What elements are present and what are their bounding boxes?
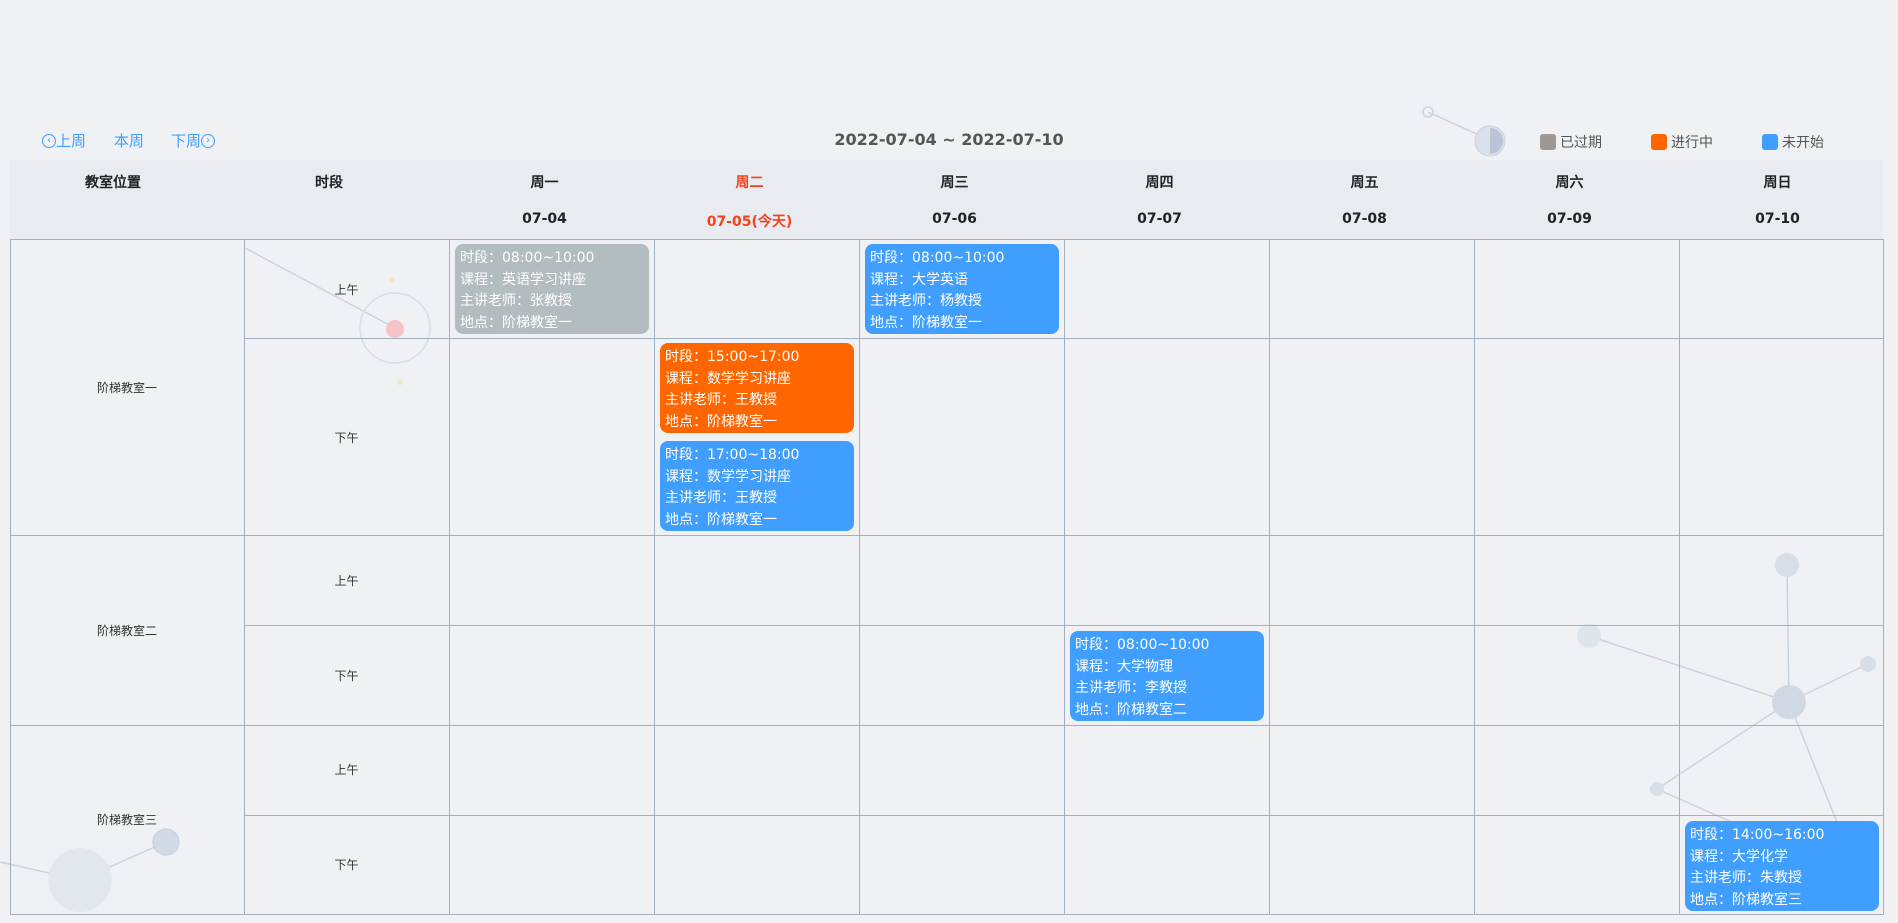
event-place: 地点：阶梯教室三 — [1690, 891, 1802, 908]
day-date-thu: 07-07 — [1137, 211, 1182, 227]
event-card-in-progress[interactable]: 时段：15:00~17:00 课程：数学学习讲座 主讲老师：王教授 地点：阶梯教… — [660, 343, 854, 433]
event-teacher: 主讲老师：杨教授 — [870, 293, 982, 309]
event-time: 时段：08:00~10:00 — [1075, 637, 1210, 653]
grid-line — [244, 338, 1884, 339]
schedule-header: 教室位置 时段 周一 07-04 周二 07-05(今天) 周三 07-06 周… — [10, 160, 1883, 239]
grid-line — [1679, 239, 1680, 915]
event-card-not-started[interactable]: 时段：08:00~10:00 课程：大学物理 主讲老师：李教授 地点：阶梯教室二 — [1070, 631, 1264, 721]
event-teacher: 主讲老师：王教授 — [665, 490, 777, 506]
grid-line — [10, 914, 1884, 915]
event-time: 时段：08:00~10:00 — [460, 250, 595, 266]
event-time: 时段：17:00~18:00 — [665, 447, 800, 463]
event-course: 课程：大学英语 — [870, 271, 968, 288]
room-label: 阶梯教室一 — [96, 381, 157, 395]
day-date-sat: 07-09 — [1547, 211, 1592, 227]
event-course: 课程：大学物理 — [1075, 658, 1173, 675]
event-place: 地点：阶梯教室二 — [1075, 701, 1187, 718]
period-label: 上午 — [334, 574, 359, 588]
week-toolbar: ‹ 上周 本周 下周 › 2022-07-04 ~ 2022-07-10 已过期… — [0, 122, 1898, 158]
grid-line — [1064, 239, 1065, 915]
legend-swatch — [1651, 134, 1667, 150]
day-date-mon: 07-04 — [522, 211, 567, 227]
event-course: 课程：数学学习讲座 — [665, 468, 791, 485]
day-name-sun: 周日 — [1763, 175, 1792, 191]
event-teacher: 主讲老师：李教授 — [1075, 680, 1187, 696]
grid-line — [10, 535, 1884, 536]
legend-swatch — [1540, 134, 1556, 150]
event-course: 课程：英语学习讲座 — [460, 271, 586, 288]
day-name-sat: 周六 — [1555, 175, 1584, 191]
grid-line — [1474, 239, 1475, 915]
room-column-header: 教室位置 — [85, 175, 141, 191]
room-label: 阶梯教室二 — [96, 624, 157, 638]
day-name-mon: 周一 — [530, 175, 559, 191]
grid-line — [859, 239, 860, 915]
grid-line — [654, 239, 655, 915]
grid-line — [244, 625, 1884, 626]
grid-line — [449, 239, 450, 915]
legend-item-in-progress: 进行中 — [1651, 132, 1713, 152]
event-course: 课程：数学学习讲座 — [665, 370, 791, 387]
period-label: 上午 — [334, 283, 359, 297]
event-card-not-started[interactable]: 时段：17:00~18:00 课程：数学学习讲座 主讲老师：王教授 地点：阶梯教… — [660, 441, 854, 531]
legend-item-not-started: 未开始 — [1762, 132, 1824, 152]
grid-line — [10, 239, 1884, 240]
period-label: 下午 — [334, 431, 359, 445]
event-card-not-started[interactable]: 时段：14:00~16:00 课程：大学化学 主讲老师：朱教授 地点：阶梯教室三 — [1685, 821, 1879, 911]
grid-line — [1269, 239, 1270, 915]
week-range-title: 2022-07-04 ~ 2022-07-10 — [834, 130, 1064, 149]
grid-line — [244, 815, 1884, 816]
day-name-wed: 周三 — [940, 175, 969, 191]
event-time: 时段：14:00~16:00 — [1690, 827, 1825, 843]
event-card-expired[interactable]: 时段：08:00~10:00 课程：英语学习讲座 主讲老师：张教授 地点：阶梯教… — [455, 244, 649, 334]
day-name-thu: 周四 — [1145, 175, 1174, 191]
grid-line — [1883, 239, 1884, 915]
event-teacher: 主讲老师：张教授 — [460, 293, 572, 309]
period-column-header: 时段 — [315, 175, 343, 191]
event-place: 地点：阶梯教室一 — [665, 413, 777, 430]
period-label: 上午 — [334, 763, 359, 777]
event-card-not-started[interactable]: 时段：08:00~10:00 课程：大学英语 主讲老师：杨教授 地点：阶梯教室一 — [865, 244, 1059, 334]
grid-line — [10, 725, 1884, 726]
event-place: 地点：阶梯教室一 — [665, 511, 777, 528]
day-name-fri: 周五 — [1350, 175, 1379, 191]
period-label: 下午 — [334, 669, 359, 683]
event-time: 时段：08:00~10:00 — [870, 250, 1005, 266]
day-date-fri: 07-08 — [1342, 211, 1387, 227]
room-label: 阶梯教室三 — [96, 813, 157, 827]
event-place: 地点：阶梯教室一 — [870, 314, 982, 331]
period-label: 下午 — [334, 858, 359, 872]
day-date-sun: 07-10 — [1755, 211, 1800, 227]
day-date-wed: 07-06 — [932, 211, 977, 227]
schedule-grid: 阶梯教室一 阶梯教室二 阶梯教室三 上午 下午 上午 下午 上午 下午 — [10, 239, 1884, 915]
day-date-tue-today: 07-05(今天) — [706, 214, 793, 230]
event-teacher: 主讲老师：朱教授 — [1690, 870, 1802, 886]
legend-swatch — [1762, 134, 1778, 150]
event-place: 地点：阶梯教室一 — [460, 314, 572, 331]
day-name-tue: 周二 — [735, 175, 764, 191]
event-time: 时段：15:00~17:00 — [665, 349, 800, 365]
event-teacher: 主讲老师：王教授 — [665, 392, 777, 408]
legend-item-expired: 已过期 — [1540, 132, 1602, 152]
event-course: 课程：大学化学 — [1690, 848, 1788, 865]
